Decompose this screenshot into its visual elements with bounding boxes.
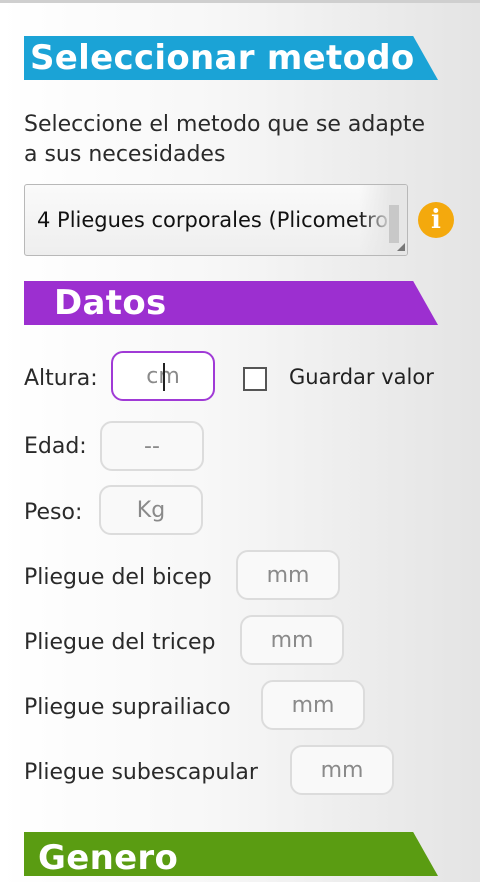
weight-input[interactable]: Kg	[99, 485, 203, 535]
spinner-dropdown-icon	[397, 243, 405, 251]
age-input-placeholder: --	[144, 433, 160, 459]
height-input[interactable]: cm	[111, 351, 215, 401]
section-header-metodo: Seleccionar metodo	[24, 36, 438, 80]
section-header-genero: Genero	[24, 832, 438, 878]
subscapular-fold-input[interactable]: mm	[290, 745, 394, 795]
age-input[interactable]: --	[100, 421, 204, 471]
save-value-checkbox[interactable]	[243, 367, 267, 391]
subscapular-fold-label: Pliegue subescapular	[24, 760, 258, 785]
tricep-fold-label: Pliegue del tricep	[24, 630, 216, 655]
section-header-datos: Datos	[24, 281, 438, 325]
save-value-label: Guardar valor	[289, 365, 434, 389]
top-divider	[0, 0, 480, 3]
subscapular-fold-input-placeholder: mm	[320, 757, 364, 783]
spinner-scrollbar	[389, 205, 399, 243]
weight-input-placeholder: Kg	[136, 497, 166, 523]
age-label: Edad:	[24, 434, 87, 459]
height-label: Altura:	[24, 366, 98, 391]
bicep-fold-label: Pliegue del bicep	[24, 565, 212, 590]
section-title-genero: Genero	[38, 838, 179, 878]
tricep-fold-input[interactable]: mm	[240, 615, 344, 665]
suprailiac-fold-input-placeholder: mm	[291, 692, 335, 718]
info-icon[interactable]: i	[418, 202, 454, 238]
method-spinner-value: 4 Pliegues corporales (Plicometro)	[37, 208, 397, 232]
suprailiac-fold-label: Pliegue suprailiaco	[24, 695, 231, 720]
method-spinner[interactable]: 4 Pliegues corporales (Plicometro)	[24, 184, 408, 256]
section-title-datos: Datos	[54, 283, 167, 323]
method-description: Seleccione el metodo que se adapte a sus…	[24, 112, 425, 167]
weight-label: Peso:	[24, 500, 83, 525]
text-cursor	[163, 363, 165, 391]
bicep-fold-input-placeholder: mm	[266, 562, 310, 588]
tricep-fold-input-placeholder: mm	[270, 627, 314, 653]
section-title-metodo: Seleccionar metodo	[30, 38, 415, 78]
bicep-fold-input[interactable]: mm	[236, 550, 340, 600]
suprailiac-fold-input[interactable]: mm	[261, 680, 365, 730]
